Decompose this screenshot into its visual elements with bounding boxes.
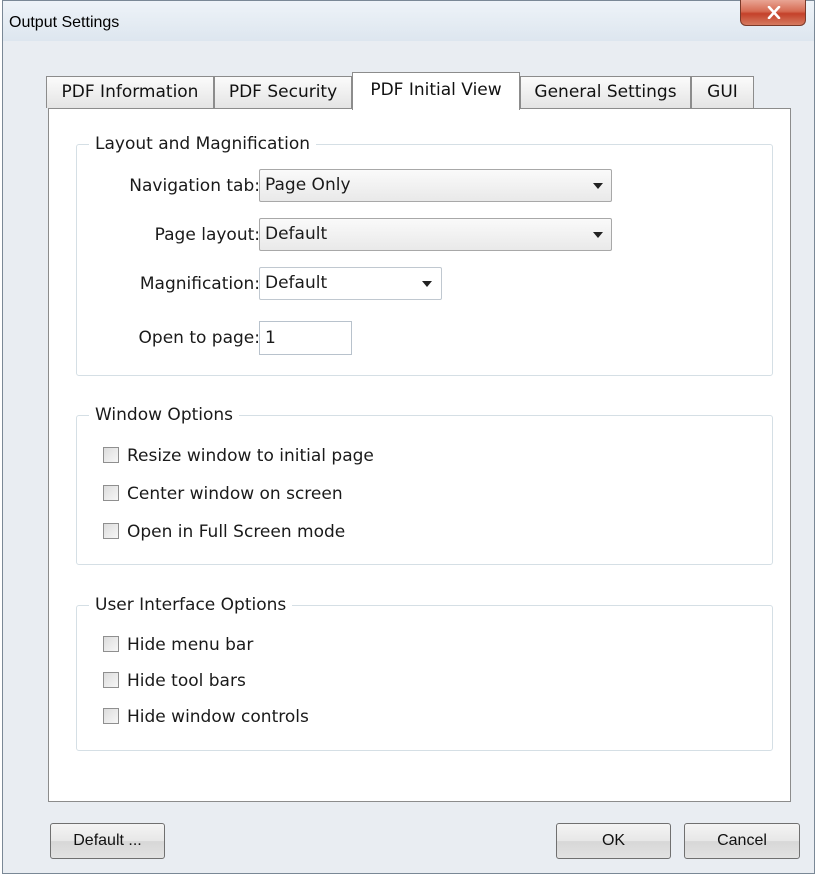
layout-magnification-group: Layout and Magnification Navigation tab:… [76,132,773,376]
close-icon [767,6,781,19]
open-to-page-label: Open to page: [138,328,260,348]
window-options-group: Window Options Resize window to initial … [76,403,773,565]
chevron-down-icon [593,232,603,238]
layout-group-title: Layout and Magnification [89,132,316,156]
checkbox-label: Center window on screen [127,484,343,504]
navigation-tab-label: Navigation tab: [129,176,260,196]
open-to-page-input[interactable]: 1 [259,321,352,355]
open-to-page-value: 1 [265,328,276,348]
ok-button[interactable]: OK [556,823,671,859]
tab-panel-pdf-initial-view: Layout and Magnification Navigation tab:… [48,108,791,802]
tab-pdf-security[interactable]: PDF Security [214,76,352,108]
checkbox-box[interactable] [103,708,119,724]
magnification-label: Magnification: [139,274,260,294]
checkbox-box[interactable] [103,447,119,463]
tab-gui[interactable]: GUI [691,76,754,108]
chevron-down-icon [593,183,603,189]
checkbox-label: Resize window to initial page [127,446,374,466]
window-title: Output Settings [9,14,120,31]
user-interface-options-group: User Interface Options Hide menu bar Hid… [76,593,773,751]
checkbox-label: Hide menu bar [127,635,254,655]
output-settings-dialog: Output Settings PDF Information PDF Secu… [2,0,815,874]
navigation-tab-select[interactable]: Page Only [259,169,612,202]
window-options-title: Window Options [89,403,240,427]
ui-options-title: User Interface Options [89,593,293,617]
title-bar: Output Settings [3,0,814,41]
tab-pdf-initial-view[interactable]: PDF Initial View [352,72,520,110]
chevron-down-icon [422,281,432,287]
page-layout-label: Page layout: [154,225,260,245]
default-button[interactable]: Default ... [50,823,165,859]
magnification-value: Default [265,273,328,293]
page-layout-select[interactable]: Default [259,218,612,251]
checkbox-box[interactable] [103,672,119,688]
page-layout-value: Default [265,224,328,244]
checkbox-box[interactable] [103,636,119,652]
cancel-button[interactable]: Cancel [684,823,800,859]
checkbox-box[interactable] [103,485,119,501]
tab-general-settings[interactable]: General Settings [520,76,691,108]
checkbox-label: Open in Full Screen mode [127,522,346,542]
close-button[interactable] [740,0,806,26]
checkbox-label: Hide tool bars [127,671,246,691]
navigation-tab-value: Page Only [265,175,351,195]
tab-pdf-information[interactable]: PDF Information [46,76,214,108]
checkbox-label: Hide window controls [127,707,309,727]
magnification-select[interactable]: Default [259,267,442,300]
checkbox-box[interactable] [103,523,119,539]
